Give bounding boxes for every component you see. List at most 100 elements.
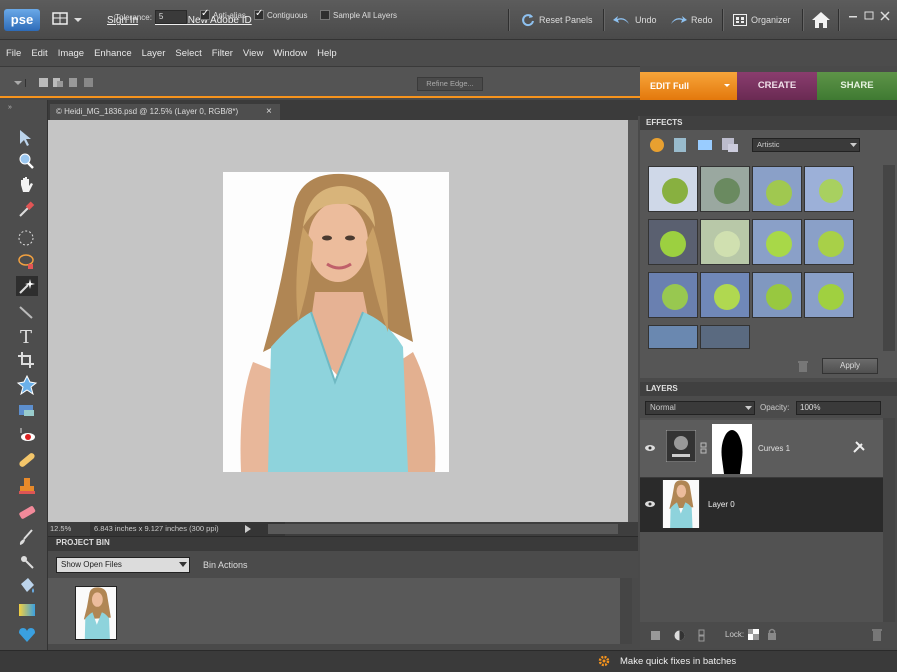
- tolerance-input[interactable]: 5: [154, 10, 187, 24]
- canvas-vertical-scrollbar[interactable]: [628, 120, 638, 522]
- hand-tool-icon[interactable]: [16, 175, 38, 195]
- layer-row-curves[interactable]: Curves 1: [640, 420, 883, 478]
- contiguous-check-icon: [254, 8, 264, 20]
- eraser-tool-icon[interactable]: [16, 502, 38, 522]
- effect-thumbnail[interactable]: [700, 272, 750, 318]
- cookie-cutter-tool-icon[interactable]: [16, 375, 38, 395]
- delete-layer-trash-icon[interactable]: [872, 629, 882, 641]
- home-icon[interactable]: [810, 10, 832, 30]
- apply-effect-button[interactable]: Apply: [822, 358, 878, 374]
- tab-share[interactable]: SHARE: [817, 72, 897, 100]
- effect-thumbnail[interactable]: [804, 219, 854, 265]
- menu-window[interactable]: Window: [273, 48, 307, 59]
- paint-bucket-tool-icon[interactable]: [16, 576, 38, 596]
- effects-category-icons[interactable]: [648, 136, 744, 154]
- anti-alias-checkbox[interactable]: Anti-alias: [200, 8, 246, 20]
- shape-tool-icon[interactable]: [16, 625, 38, 645]
- effect-thumbnail[interactable]: [648, 272, 698, 318]
- clone-stamp-tool-icon[interactable]: [16, 476, 38, 496]
- visibility-eye-icon[interactable]: [644, 500, 656, 508]
- move-tool-icon[interactable]: [16, 128, 38, 148]
- opacity-input[interactable]: 100%: [796, 401, 881, 415]
- layer-row-layer0[interactable]: Layer 0: [640, 478, 883, 532]
- toolbox-collapse-icon[interactable]: »: [8, 104, 12, 111]
- quick-selection-tool-icon[interactable]: [16, 302, 38, 322]
- link-layers-icon[interactable]: [698, 629, 706, 642]
- close-icon[interactable]: [880, 11, 890, 21]
- red-eye-tool-icon[interactable]: [16, 425, 38, 445]
- adjustment-layer-menu-icon[interactable]: [674, 630, 685, 641]
- menu-select[interactable]: Select: [175, 48, 201, 59]
- sample-all-layers-checkbox[interactable]: Sample All Layers: [320, 10, 397, 20]
- eyedropper-tool-icon[interactable]: [16, 199, 38, 219]
- lock-transparency-icon[interactable]: [748, 629, 759, 640]
- visibility-eye-icon[interactable]: [644, 444, 656, 452]
- effect-thumbnail[interactable]: [700, 219, 750, 265]
- organizer-button[interactable]: Organizer: [728, 8, 796, 32]
- straighten-tool-icon[interactable]: [16, 400, 38, 420]
- layers-scrollbar[interactable]: [883, 418, 895, 622]
- reset-panels-button[interactable]: Reset Panels: [516, 8, 598, 32]
- effect-thumbnail[interactable]: [700, 166, 750, 212]
- batch-tip-link[interactable]: Make quick fixes in batches: [620, 656, 736, 667]
- tab-edit-full[interactable]: EDIT Full: [640, 72, 737, 100]
- menu-filter[interactable]: Filter: [212, 48, 233, 59]
- effects-scrollbar[interactable]: [883, 165, 895, 351]
- edit-dropdown-icon[interactable]: [723, 72, 731, 100]
- menu-layer[interactable]: Layer: [142, 48, 166, 59]
- undo-button[interactable]: Undo: [608, 8, 662, 32]
- crop-tool-icon[interactable]: [16, 350, 38, 370]
- menu-help[interactable]: Help: [317, 48, 337, 59]
- menu-view[interactable]: View: [243, 48, 263, 59]
- marquee-tool-icon[interactable]: [16, 228, 38, 248]
- contiguous-checkbox[interactable]: Contiguous: [254, 8, 307, 20]
- tab-create[interactable]: CREATE: [737, 72, 817, 100]
- document-tab[interactable]: © Heidi_MG_1836.psd @ 12.5% (Layer 0, RG…: [50, 104, 280, 120]
- brush-tool-icon[interactable]: [16, 527, 38, 547]
- anti-alias-label: Anti-alias: [213, 10, 246, 20]
- redo-button[interactable]: Redo: [664, 8, 718, 32]
- trash-icon[interactable]: [798, 361, 808, 372]
- tool-preset-dropdown-icon[interactable]: [12, 78, 30, 88]
- effects-category-select[interactable]: Artistic: [752, 138, 860, 152]
- effect-thumbnail[interactable]: [648, 166, 698, 212]
- lasso-tool-icon[interactable]: [16, 252, 38, 272]
- effect-thumbnail[interactable]: [648, 325, 698, 349]
- view-layout-button[interactable]: [52, 10, 88, 28]
- undo-icon: [613, 14, 631, 26]
- effect-thumbnail[interactable]: [752, 272, 802, 318]
- bin-actions-menu[interactable]: Bin Actions: [203, 560, 248, 570]
- effect-thumbnail[interactable]: [700, 325, 750, 349]
- effect-thumbnail[interactable]: [648, 219, 698, 265]
- canvas-horizontal-scrollbar[interactable]: [268, 524, 618, 534]
- info-menu-arrow-icon[interactable]: [244, 525, 252, 533]
- document-close-icon[interactable]: ×: [266, 104, 272, 120]
- effect-thumbnail[interactable]: [804, 166, 854, 212]
- new-layer-icon[interactable]: [650, 630, 661, 641]
- healing-brush-tool-icon[interactable]: [16, 450, 38, 470]
- show-open-files-select[interactable]: Show Open Files: [56, 557, 190, 573]
- minimize-icon[interactable]: [848, 11, 858, 21]
- selection-mode-icons[interactable]: [38, 77, 100, 89]
- smart-brush-tool-icon[interactable]: [16, 551, 38, 571]
- maximize-icon[interactable]: [864, 11, 874, 21]
- refine-edge-button[interactable]: Refine Edge...: [417, 77, 483, 91]
- project-bin-scrollbar[interactable]: [620, 578, 632, 644]
- blend-mode-select[interactable]: Normal: [645, 401, 755, 415]
- menu-enhance[interactable]: Enhance: [94, 48, 132, 59]
- layer-edit-icon[interactable]: [852, 440, 866, 454]
- menu-bar: File Edit Image Enhance Layer Select Fil…: [0, 40, 897, 66]
- magic-wand-tool-icon[interactable]: [16, 276, 38, 296]
- lock-icon[interactable]: [767, 628, 777, 640]
- type-tool-icon[interactable]: T: [16, 326, 38, 346]
- menu-image[interactable]: Image: [58, 48, 84, 59]
- zoom-level: 12.5%: [50, 524, 72, 533]
- bin-thumbnail[interactable]: [75, 586, 117, 640]
- menu-edit[interactable]: Edit: [31, 48, 47, 59]
- effect-thumbnail[interactable]: [752, 166, 802, 212]
- zoom-tool-icon[interactable]: [16, 151, 38, 171]
- effect-thumbnail[interactable]: [752, 219, 802, 265]
- effect-thumbnail[interactable]: [804, 272, 854, 318]
- gradient-tool-icon[interactable]: [16, 600, 38, 620]
- menu-file[interactable]: File: [6, 48, 21, 59]
